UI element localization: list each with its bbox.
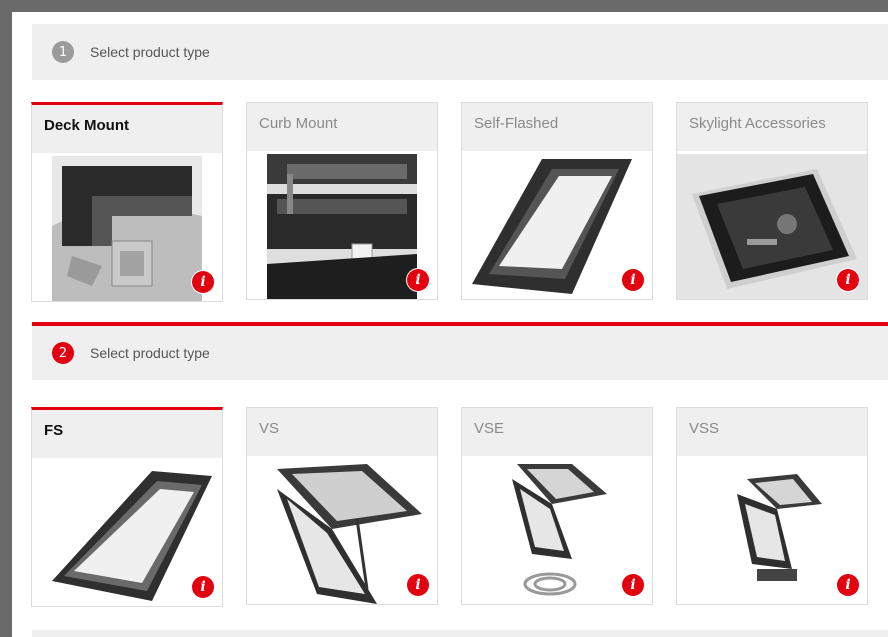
step-1-label: Select product type [90, 44, 210, 60]
step-2-label: Select product type [90, 345, 210, 361]
step-1-number: 1 [52, 41, 74, 63]
card-label: VSE [462, 408, 652, 456]
card-label: Self-Flashed [462, 103, 652, 151]
card-vs[interactable]: VS i [246, 407, 438, 605]
card-label: Curb Mount [247, 103, 437, 151]
card-vss[interactable]: VSS i [676, 407, 868, 605]
info-icon[interactable]: i [192, 271, 214, 293]
info-icon[interactable]: i [407, 269, 429, 291]
card-label: VS [247, 408, 437, 456]
info-icon[interactable]: i [622, 269, 644, 291]
configurator-panel: 1 Select product type Deck Mount i Curb … [12, 12, 888, 637]
card-label: Skylight Accessories [677, 103, 867, 151]
product-type-row: FS i VS i VSE i VSS i [31, 407, 888, 607]
card-deck-mount[interactable]: Deck Mount i [31, 102, 223, 302]
card-skylight-accessories[interactable]: Skylight Accessories i [676, 102, 868, 300]
card-fs[interactable]: FS i [31, 407, 223, 607]
info-icon[interactable]: i [837, 574, 859, 596]
card-curb-mount[interactable]: Curb Mount i [246, 102, 438, 300]
card-vse[interactable]: VSE i [461, 407, 653, 605]
mount-type-row: Deck Mount i Curb Mount i Self-Flashed i… [31, 102, 888, 302]
info-icon[interactable]: i [407, 574, 429, 596]
card-label: FS [32, 410, 222, 458]
info-icon[interactable]: i [622, 574, 644, 596]
card-self-flashed[interactable]: Self-Flashed i [461, 102, 653, 300]
card-label: VSS [677, 408, 867, 456]
step-2-number: 2 [52, 342, 74, 364]
info-icon[interactable]: i [837, 269, 859, 291]
card-label: Deck Mount [32, 105, 222, 153]
info-icon[interactable]: i [192, 576, 214, 598]
step-1-header[interactable]: 1 Select product type [32, 24, 888, 80]
step-3-header [32, 630, 888, 637]
step-2-header[interactable]: 2 Select product type [32, 322, 888, 380]
